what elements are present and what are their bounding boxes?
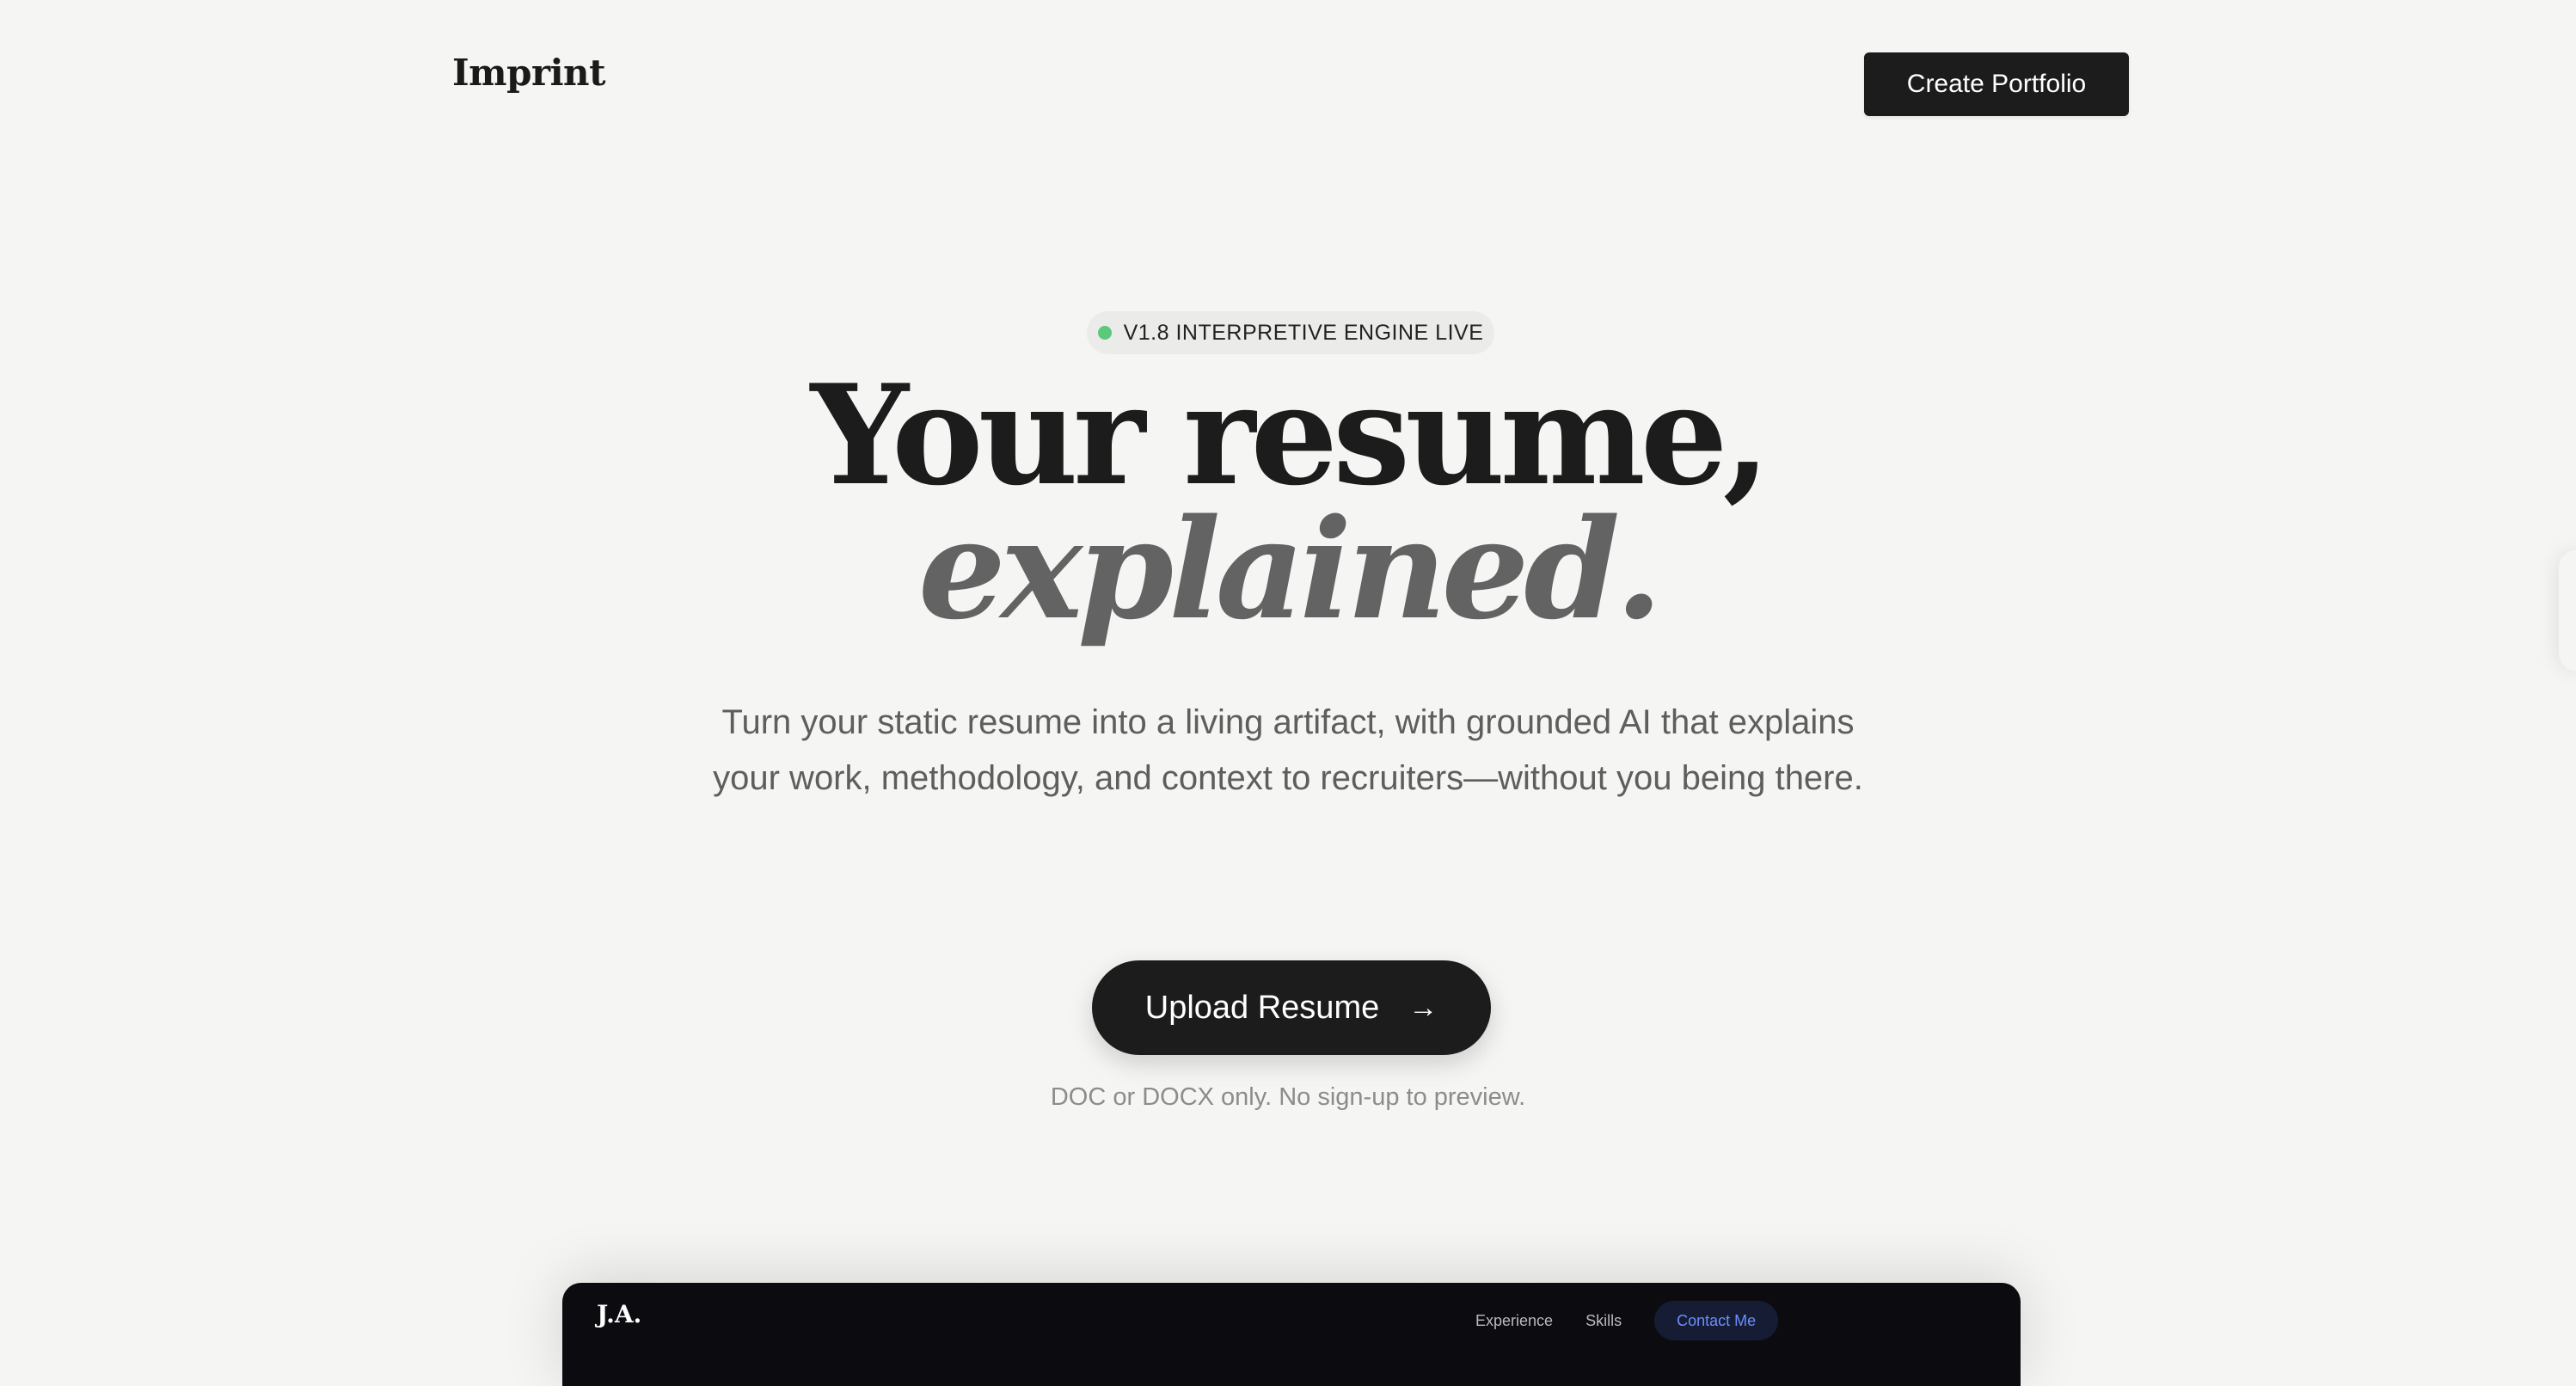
upload-resume-label: Upload Resume [1144,989,1380,1026]
create-portfolio-button[interactable]: Create Portfolio [1864,52,2129,116]
preview-logo[interactable]: J.A. [597,1300,641,1328]
preview-nav-skills[interactable]: Skills [1585,1312,1622,1330]
edge-shadow-decoration [2559,550,2576,671]
arrow-right-icon: → [1408,991,1438,1024]
hero-subtitle: Turn your static resume into a living ar… [713,703,1863,797]
portfolio-preview: J.A. Experience Skills Contact Me [562,1283,2021,1386]
hero-headline: Your resume, explained. [0,366,2576,650]
brand-logo[interactable]: Imprint [452,55,605,91]
version-badge: V1.8 INTERPRETIVE ENGINE LIVE [1087,311,1494,354]
preview-nav-experience[interactable]: Experience [1475,1312,1553,1330]
badge-label: V1.8 INTERPRETIVE ENGINE LIVE [1123,320,1484,345]
preview-nav: Experience Skills Contact Me [1475,1301,1779,1340]
upload-note: DOC or DOCX only. No sign-up to preview. [1050,1083,1526,1111]
status-dot-icon [1097,326,1112,340]
headline-line-2: explained. [918,488,1663,650]
upload-resume-button[interactable]: Upload Resume → [1092,960,1491,1055]
preview-contact-button[interactable]: Contact Me [1654,1301,1779,1340]
